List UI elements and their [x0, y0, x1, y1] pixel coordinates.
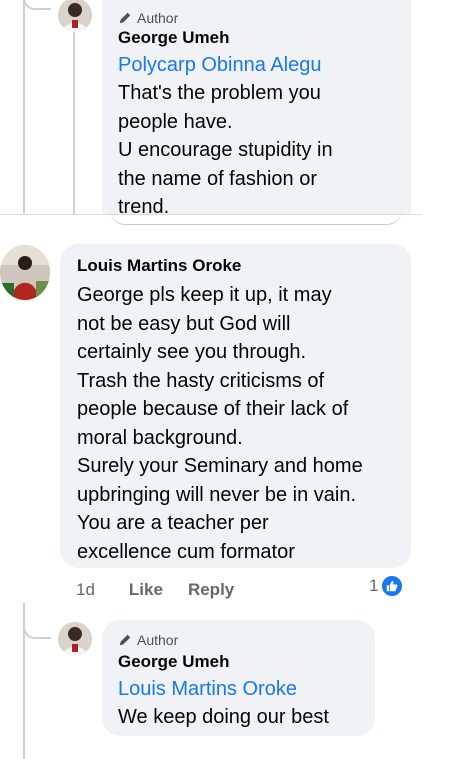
comment-line: excellence cum formator: [77, 540, 295, 563]
reaction-summary[interactable]: 1: [369, 574, 405, 598]
comment-text: We keep doing our best: [118, 703, 365, 732]
comment-text: That's the problem you people have. U en…: [118, 79, 397, 222]
comment-line: George pls keep it up, it may: [77, 284, 332, 306]
comment-line: We keep doing our best: [118, 706, 329, 728]
author-badge: Author: [118, 9, 397, 27]
reply-button[interactable]: Reply: [188, 580, 234, 600]
thread-line: [23, 0, 25, 215]
comment-bubble: Louis Martins Oroke George pls keep it u…: [60, 244, 411, 568]
commenter-name[interactable]: George Umeh: [118, 27, 397, 49]
avatar[interactable]: [58, 622, 92, 656]
comment-line: upbringing will never be in vain.: [77, 483, 357, 506]
thumbs-up-icon: [380, 574, 405, 598]
commenter-name[interactable]: George Umeh: [118, 651, 365, 673]
mention-link[interactable]: Louis Martins Oroke: [118, 675, 365, 703]
comment-text: George pls keep it up, it may not be eas…: [77, 281, 401, 566]
bubble-bottom-edge: [110, 210, 402, 225]
comment-line: certainly see you through.: [77, 341, 307, 363]
author-badge-label: Author: [137, 10, 179, 26]
pencil-icon: [119, 634, 131, 646]
comment-line: people have.: [118, 110, 233, 133]
comment-line: U encourage stupidity in: [118, 139, 333, 161]
comment-line: moral background.: [77, 426, 243, 449]
comment-line: the name of fashion or: [118, 167, 318, 190]
avatar[interactable]: [0, 245, 50, 300]
thread-connector: [23, 603, 51, 639]
comment-bubble: Author George Umeh Polycarp Obinna Alegu…: [102, 0, 411, 227]
mention-link[interactable]: Polycarp Obinna Alegu: [118, 51, 397, 79]
comment-line: people because of their lack of: [77, 398, 349, 420]
comment-bubble: Author George Umeh Louis Martins Oroke W…: [102, 620, 375, 736]
avatar[interactable]: [58, 0, 92, 32]
timestamp[interactable]: 1d: [76, 580, 95, 600]
pencil-icon: [119, 12, 131, 24]
comment-line: You are a teacher per: [77, 512, 269, 534]
comment-line: That's the problem you: [118, 82, 321, 104]
author-badge: Author: [118, 631, 365, 649]
comment-line: Surely your Seminary and home: [77, 455, 363, 477]
like-button[interactable]: Like: [129, 580, 163, 600]
author-badge-label: Author: [137, 632, 179, 648]
thread-line: [73, 30, 75, 215]
comment-actions: 1d Like Reply: [76, 580, 234, 600]
reaction-count: 1: [369, 576, 379, 595]
comment-line: not be easy but God will: [77, 312, 291, 335]
comment-line: Trash the hasty criticisms of: [77, 369, 325, 392]
thread-connector: [23, 0, 51, 10]
commenter-name[interactable]: Louis Martins Oroke: [77, 255, 401, 277]
